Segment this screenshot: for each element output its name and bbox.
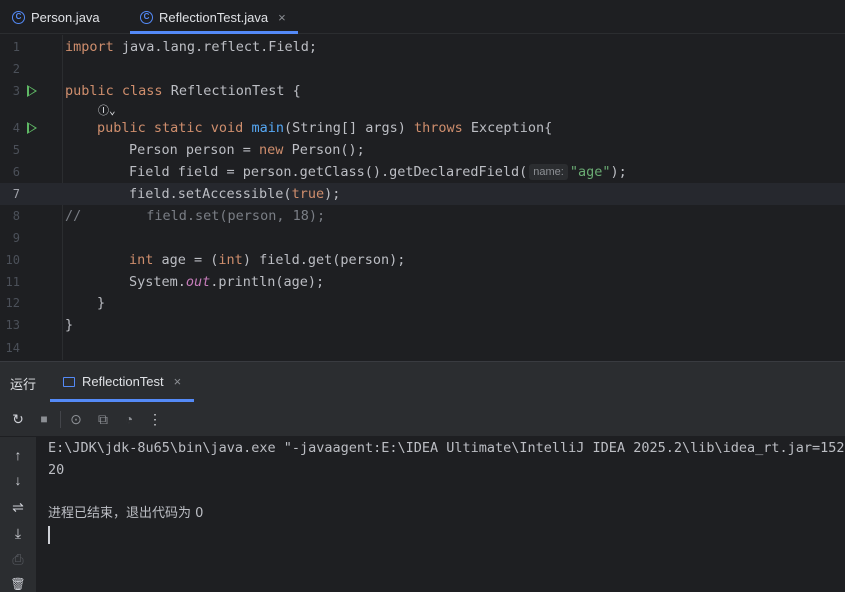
code-line: 2	[0, 58, 845, 80]
tab-person-java[interactable]: C Person.java	[12, 0, 100, 34]
code-token: }	[97, 295, 106, 311]
tab-label: Person.java	[31, 9, 100, 25]
soft-wrap-icon[interactable]: ⇌	[10, 499, 26, 515]
code-token: int	[129, 252, 154, 268]
code-line: 10 int age = (int) field.get(person);	[0, 249, 845, 271]
code-token: public	[65, 83, 114, 99]
code-token: Exception{	[462, 120, 553, 136]
rerun-icon[interactable]: ↻	[10, 411, 26, 427]
line-number: 6	[12, 165, 20, 179]
code-token: Person();	[283, 142, 365, 158]
code-token: int	[218, 252, 243, 268]
parameter-hint: name:	[529, 164, 568, 180]
profiler-gauge-icon[interactable]: ◔	[121, 411, 137, 427]
run-toolbar: ↻ ■ ⊙ ⧉ ◔ ⋮	[0, 402, 845, 437]
trash-icon[interactable]: 🗑	[10, 576, 26, 592]
code-token: (String[] args)	[283, 120, 415, 136]
code-line: 14	[0, 337, 845, 359]
run-window-title: 运行	[10, 377, 37, 392]
code-token: }	[65, 317, 74, 333]
run-class-icon: C	[140, 10, 153, 24]
close-icon[interactable]: ×	[278, 10, 286, 25]
code-token: java.lang.reflect.Field;	[113, 39, 317, 55]
code-line: 5 Person person = new Person();	[0, 139, 845, 161]
line-number: 12	[5, 296, 20, 310]
code-token: public static void	[97, 120, 244, 136]
code-token: true	[291, 186, 325, 202]
more-options-icon[interactable]: ⋮	[147, 411, 163, 427]
code-token: out	[185, 274, 211, 290]
code-token: ) field.get(person);	[242, 252, 406, 268]
line-number: 1	[12, 40, 20, 54]
line-number: 11	[5, 275, 20, 289]
console-window-icon	[63, 376, 75, 387]
line-number: 2	[12, 62, 20, 76]
print-icon[interactable]: ⎙	[10, 551, 26, 567]
toolbar-divider	[60, 411, 61, 428]
console-line: 进程已结束，退出代码为 0	[48, 506, 204, 521]
editor-tab-bar: C Person.java C ReflectionTest.java ×	[0, 0, 845, 34]
close-icon[interactable]: ×	[174, 374, 182, 389]
code-token: );	[324, 186, 341, 202]
scroll-to-end-icon[interactable]: ⤓	[10, 525, 26, 541]
line-number: 14	[5, 341, 20, 355]
line-number: 7	[12, 187, 20, 201]
arrow-up-icon[interactable]: ↑	[10, 447, 26, 463]
code-token: );	[610, 164, 627, 180]
text-caret	[48, 526, 50, 544]
run-gutter-icon[interactable]	[27, 85, 37, 97]
code-line-current: 7 field.setAccessible(true);	[0, 183, 845, 205]
run-tab-label: ReflectionTest	[82, 374, 164, 389]
code-token: "age"	[569, 164, 611, 180]
restore-layout-icon[interactable]: ⧉	[95, 411, 111, 427]
line-number: 10	[5, 253, 20, 267]
line-number: 5	[12, 143, 20, 157]
code-token: System.	[129, 274, 186, 290]
run-tab-reflectiontest[interactable]: ReflectionTest ×	[63, 374, 181, 389]
code-line: 1 import java.lang.reflect.Field;	[0, 36, 845, 58]
active-tab-indicator	[130, 31, 298, 34]
tab-reflectiontest-java[interactable]: C ReflectionTest.java ×	[140, 0, 286, 34]
console-output[interactable]: E:\JDK\jdk-8u65\bin\java.exe "-javaagent…	[37, 437, 845, 592]
code-token: ReflectionTest {	[162, 83, 301, 99]
arrow-down-icon[interactable]: ↓	[10, 472, 26, 488]
code-token: class	[121, 83, 163, 99]
code-line: 6 Field field = person.getClass().getDec…	[0, 161, 845, 183]
code-token: main	[251, 120, 284, 136]
code-token: Person person =	[129, 142, 260, 158]
run-tool-window-header: 运行 ReflectionTest ×	[0, 361, 845, 402]
code-token: import	[65, 39, 114, 55]
code-line: 11 System.out.println(age);	[0, 271, 845, 293]
line-number: 9	[12, 231, 20, 245]
run-gutter-icon[interactable]	[27, 122, 37, 134]
code-line: 12 }	[0, 292, 845, 314]
camera-icon[interactable]: ⊙	[68, 411, 84, 427]
console-side-toolbar: ↑ ↓ ⇌ ⤓ ⎙ 🗑	[0, 437, 36, 592]
code-token: field.setAccessible(	[129, 186, 292, 202]
code-comment: // field.set(person, 18);	[65, 208, 326, 224]
line-number: 4	[12, 121, 20, 135]
code-line: 3 public class ReflectionTest {	[0, 80, 845, 102]
console-line: E:\JDK\jdk-8u65\bin\java.exe "-javaagent…	[48, 440, 845, 456]
code-token: age = (	[153, 252, 219, 268]
code-lens-icon[interactable]: Ⓘ⌄	[98, 102, 116, 118]
tab-label: ReflectionTest.java	[159, 9, 269, 25]
code-editor[interactable]: 1 import java.lang.reflect.Field; 2 3 pu…	[0, 35, 845, 360]
line-number: 8	[12, 209, 20, 223]
code-token: .println(age);	[210, 274, 325, 290]
line-number: 3	[12, 84, 20, 98]
class-icon: C	[12, 10, 25, 24]
console-line: 20	[48, 462, 65, 478]
code-token: new	[259, 142, 284, 158]
code-token: throws	[414, 120, 463, 136]
code-line: 13 }	[0, 314, 845, 336]
code-token: Field field = person.getClass().getDecla…	[129, 164, 528, 180]
line-number: 13	[5, 318, 20, 332]
code-line: 4 public static void main(String[] args)…	[0, 117, 845, 139]
code-line: 8 // field.set(person, 18);	[0, 205, 845, 227]
code-line: 9	[0, 227, 845, 249]
stop-icon[interactable]: ■	[36, 411, 52, 427]
